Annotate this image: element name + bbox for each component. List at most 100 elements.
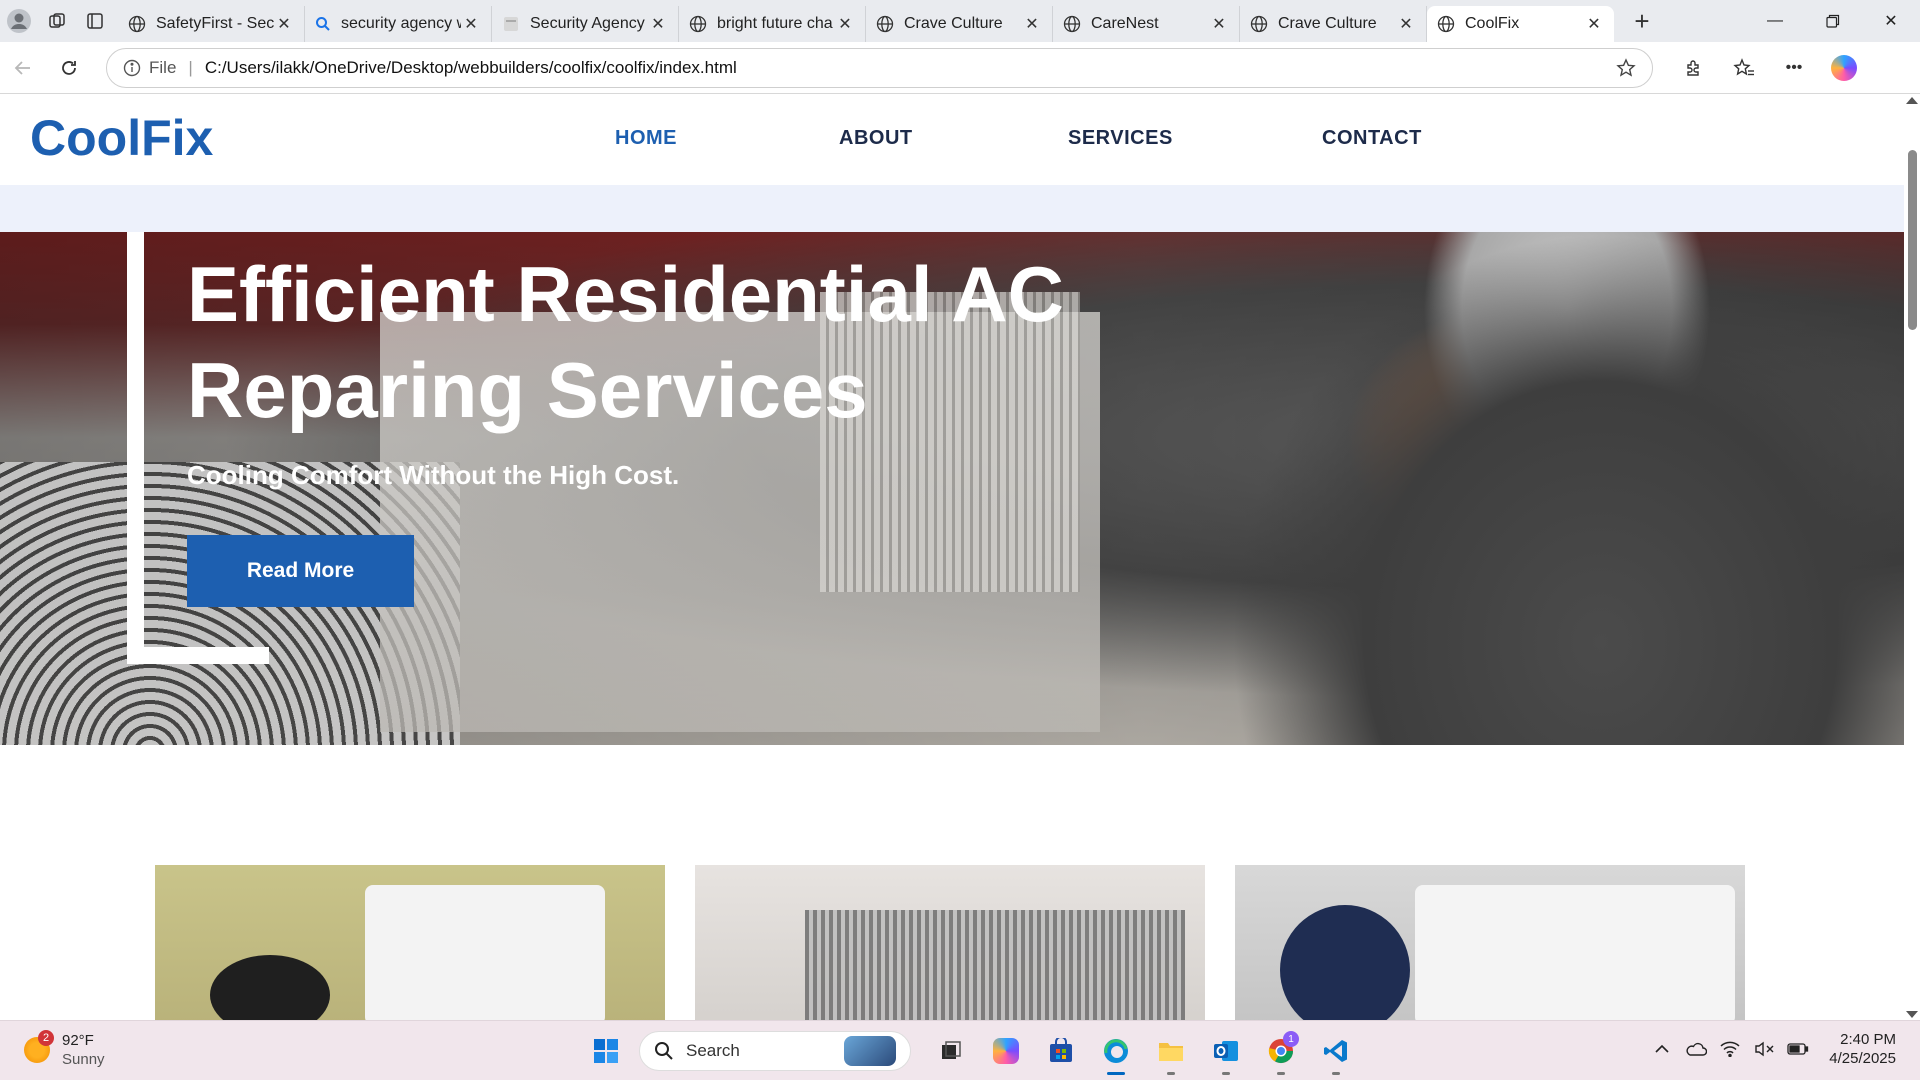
nav-contact-link[interactable]: CONTACT [1322, 127, 1422, 150]
site-logo[interactable]: CoolFix [30, 109, 213, 167]
globe-icon [876, 15, 894, 33]
edge-browser-icon[interactable] [1090, 1029, 1142, 1075]
browser-tab[interactable]: Crave Culture ✕ [866, 6, 1053, 42]
service-card-image[interactable] [695, 865, 1205, 1020]
service-card-image[interactable] [155, 865, 665, 1020]
tab-title: Crave Culture [904, 15, 1003, 32]
tab-actions-icon[interactable] [76, 4, 114, 38]
info-icon[interactable] [123, 59, 141, 77]
start-button[interactable] [580, 1029, 632, 1073]
battery-icon[interactable] [1781, 1029, 1815, 1069]
volume-muted-icon[interactable] [1747, 1029, 1781, 1069]
tab-title: SafetyFirst - Secu [156, 15, 274, 32]
favorite-star-icon[interactable] [1616, 57, 1636, 78]
hero-frame-line [127, 232, 144, 664]
notification-badge: 2 [38, 1030, 54, 1046]
weather-widget[interactable]: 2 92°F Sunny [24, 1030, 105, 1069]
copilot-app-icon[interactable] [980, 1029, 1032, 1073]
minimize-icon[interactable]: — [1746, 0, 1804, 42]
clock-date: 4/25/2025 [1829, 1050, 1896, 1067]
close-window-icon[interactable]: ✕ [1862, 0, 1920, 42]
scroll-up-icon[interactable] [1906, 97, 1918, 104]
refresh-button[interactable] [46, 48, 92, 88]
search-highlight-image [844, 1036, 896, 1066]
system-tray: 2:40 PM 4/25/2025 [1645, 1029, 1896, 1069]
restore-icon[interactable] [1804, 0, 1862, 42]
onedrive-cloud-icon[interactable] [1679, 1029, 1713, 1069]
favorites-icon[interactable] [1723, 48, 1765, 88]
store-icon[interactable] [1035, 1029, 1087, 1073]
hero-banner: Efficient Residential AC Reparing Servic… [0, 232, 1904, 745]
address-bar[interactable]: File | C:/Users/ilakk/OneDrive/Desktop/w… [106, 47, 1653, 88]
nav-about-link[interactable]: ABOUT [839, 127, 1068, 150]
tab-title: bright future cha [717, 15, 833, 32]
read-more-button[interactable]: Read More [187, 535, 414, 607]
tab-close-icon[interactable]: ✕ [1396, 14, 1416, 34]
globe-icon [689, 15, 707, 33]
browser-tab[interactable]: Crave Culture ✕ [1240, 6, 1427, 42]
search-placeholder: Search [686, 1041, 740, 1060]
tab-title: security agency w [341, 15, 461, 32]
chrome-icon[interactable]: 1 [1255, 1029, 1307, 1075]
browser-tab[interactable]: bright future cha ✕ [679, 6, 866, 42]
outlook-icon[interactable] [1200, 1029, 1252, 1075]
nav-services-link[interactable]: SERVICES [1068, 127, 1322, 150]
url-text[interactable]: C:/Users/ilakk/OneDrive/Desktop/webbuild… [205, 58, 1616, 78]
copilot-icon[interactable] [1823, 48, 1865, 88]
task-view-icon[interactable] [925, 1029, 977, 1073]
tab-title: Crave Culture [1278, 15, 1377, 32]
tab-close-icon[interactable]: ✕ [1209, 14, 1229, 34]
browser-tab[interactable]: CareNest ✕ [1053, 6, 1240, 42]
tab-close-icon[interactable]: ✕ [274, 14, 294, 34]
browser-tab[interactable]: security agency w ✕ [305, 6, 492, 42]
tab-close-icon[interactable]: ✕ [461, 14, 481, 34]
back-button[interactable] [0, 48, 46, 88]
site-header: CoolFix HOME ABOUT SERVICES CONTACT [0, 95, 1904, 185]
tab-strip: SafetyFirst - Secu ✕ security agency w ✕… [0, 0, 1920, 42]
taskbar-search[interactable]: Search [639, 1031, 911, 1071]
tab-close-icon[interactable]: ✕ [1022, 14, 1042, 34]
scroll-down-icon[interactable] [1906, 1011, 1918, 1018]
hero-image-technician [1230, 232, 1904, 745]
search-icon [655, 1042, 673, 1060]
profile-icon[interactable] [0, 4, 38, 38]
tab-close-icon[interactable]: ✕ [1584, 14, 1604, 34]
tab-title: Security Agency [530, 15, 645, 32]
tab-close-icon[interactable]: ✕ [648, 14, 668, 34]
browser-tab[interactable]: SafetyFirst - Secu ✕ [118, 6, 305, 42]
hero-frame-line [127, 647, 269, 664]
url-separator: | [188, 57, 193, 77]
extensions-icon[interactable] [1673, 48, 1715, 88]
vscode-icon[interactable] [1310, 1029, 1362, 1075]
browser-tab[interactable]: Security Agency ✕ [492, 6, 679, 42]
scroll-thumb[interactable] [1908, 150, 1917, 330]
chrome-notification-badge: 1 [1283, 1031, 1299, 1047]
service-cards [155, 865, 1775, 1020]
header-band [0, 185, 1904, 232]
workspaces-icon[interactable] [38, 4, 76, 38]
page-scrollbar[interactable] [1904, 95, 1920, 1020]
file-explorer-icon[interactable] [1145, 1029, 1197, 1075]
tab-title: CareNest [1091, 15, 1159, 32]
new-tab-button[interactable]: + [1622, 3, 1662, 39]
browser-tab-active[interactable]: CoolFix ✕ [1427, 6, 1614, 42]
globe-icon [1250, 15, 1268, 33]
clock[interactable]: 2:40 PM 4/25/2025 [1829, 1030, 1896, 1068]
nav-home-link[interactable]: HOME [615, 127, 839, 150]
service-card-image[interactable] [1235, 865, 1745, 1020]
wifi-icon[interactable] [1713, 1029, 1747, 1069]
globe-icon [1063, 15, 1081, 33]
site-nav: HOME ABOUT SERVICES CONTACT [615, 127, 1422, 150]
clock-time: 2:40 PM [1840, 1031, 1896, 1048]
sun-icon: 2 [24, 1030, 54, 1063]
tab-close-icon[interactable]: ✕ [835, 14, 855, 34]
url-scheme: File [149, 57, 177, 77]
more-options-icon[interactable]: ••• [1773, 48, 1815, 88]
refresh-icon [62, 60, 76, 75]
chevron-up-icon[interactable] [1645, 1029, 1679, 1069]
hero-subtitle: Cooling Comfort Without the High Cost. [187, 460, 680, 490]
weather-temp: 92°F [62, 1032, 94, 1049]
taskbar: 2 92°F Sunny Search 1 2:40 PM 4/25/2025 [0, 1020, 1920, 1080]
windows-logo-icon [594, 1039, 618, 1063]
hero-title: Efficient Residential AC Reparing Servic… [187, 250, 1064, 434]
